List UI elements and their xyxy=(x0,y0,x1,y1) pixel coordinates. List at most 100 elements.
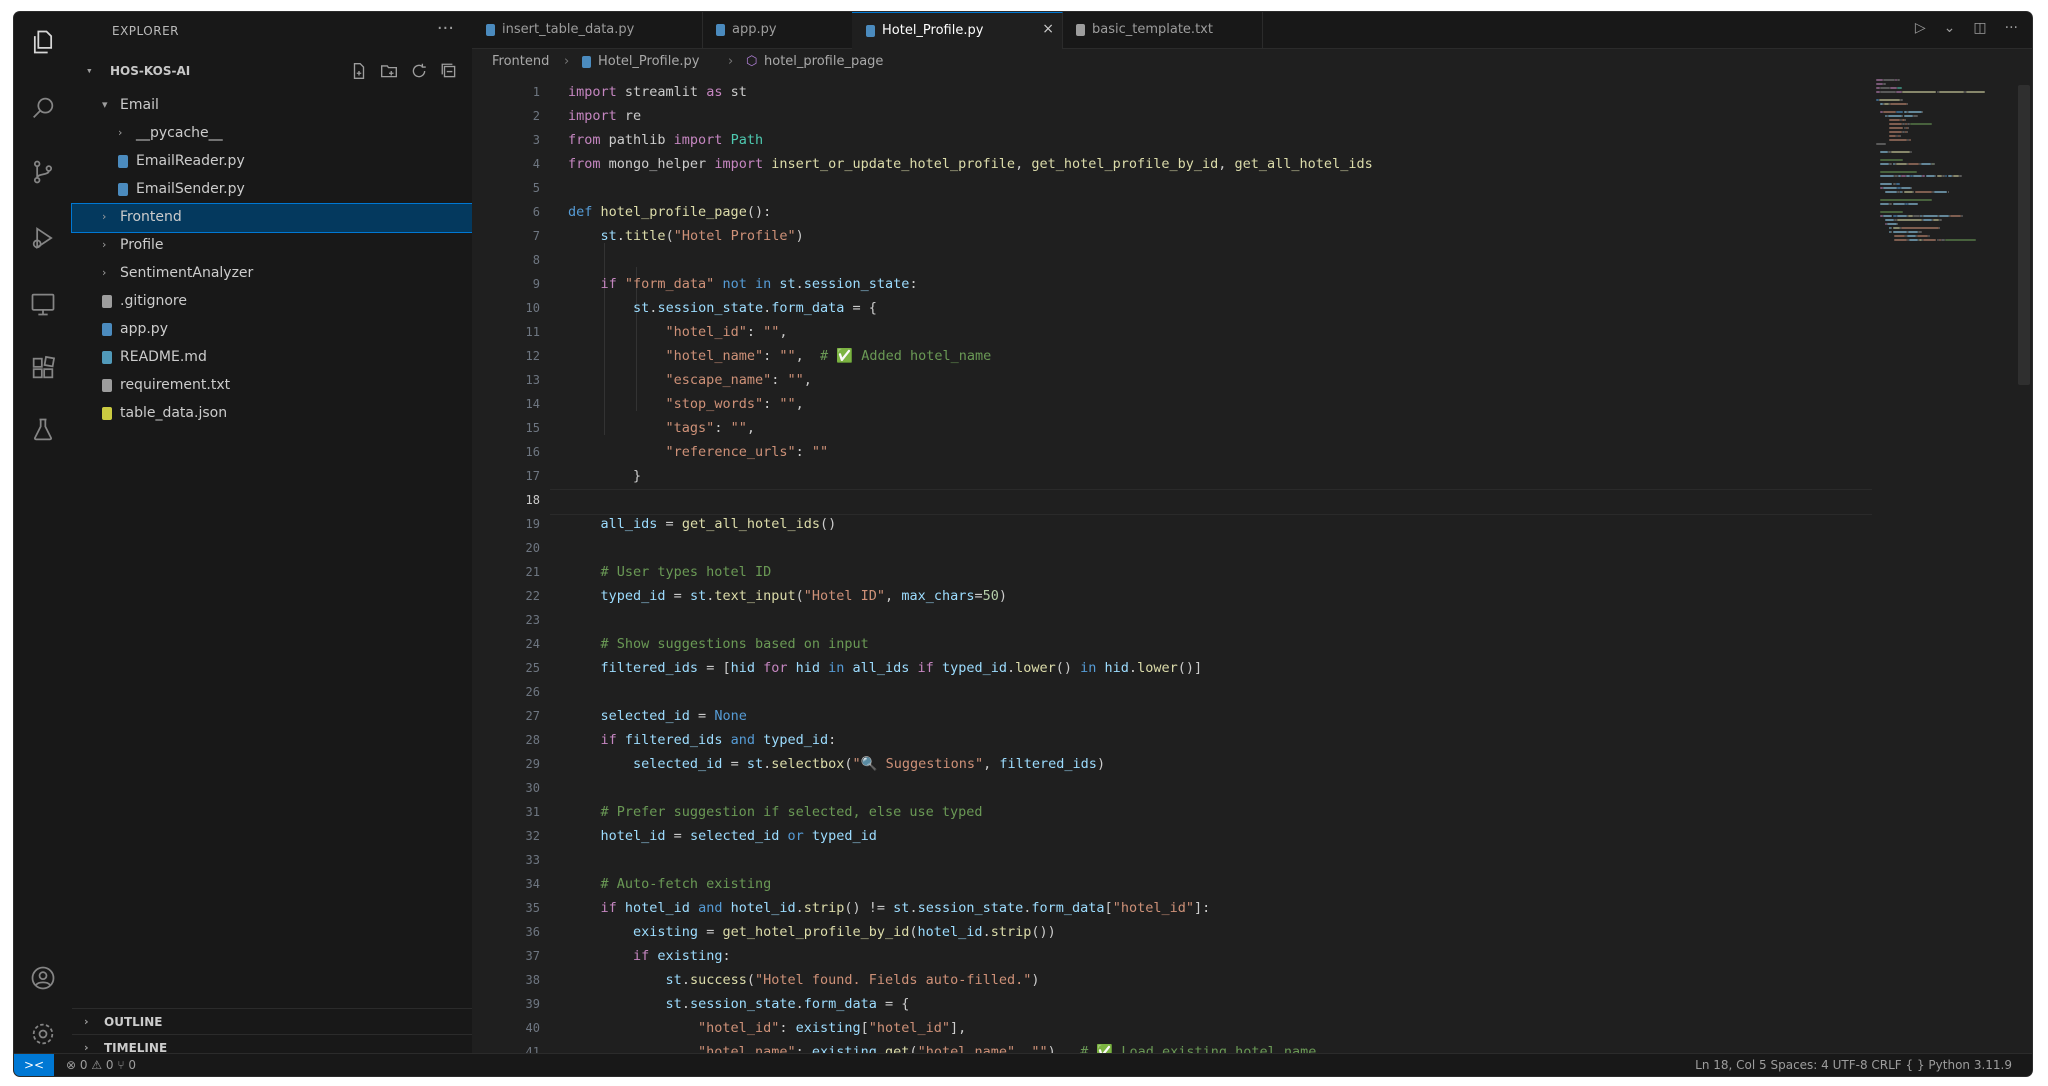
collapse-all-icon[interactable] xyxy=(440,62,458,80)
minimap-line xyxy=(1876,143,1886,145)
vertical-scrollbar[interactable] xyxy=(2018,85,2030,385)
minimap-line xyxy=(1903,115,1914,117)
minimap-line xyxy=(1901,187,1912,189)
chevron-right-icon: › xyxy=(102,210,107,223)
minimap-line xyxy=(1921,163,1931,165)
extensions-icon[interactable] xyxy=(29,354,57,382)
tree-item[interactable]: ▾ Email xyxy=(72,92,472,120)
minimap-line xyxy=(1889,135,1896,137)
minimap-line xyxy=(1889,163,1893,165)
breadcrumb-folder[interactable]: Frontend xyxy=(492,54,549,69)
editor-status[interactable]: Ln 18, Col 5 Spaces: 4 UTF-8 CRLF { } Py… xyxy=(1695,1058,2012,1072)
problems-status[interactable]: ⊗ 0 ⚠ 0 ⑂ 0 xyxy=(66,1058,136,1072)
minimap-line xyxy=(1884,191,1897,193)
minimap-line xyxy=(1934,163,1936,165)
minimap-line xyxy=(1906,235,1916,237)
code-line: st.session_state.form_data = { xyxy=(665,996,910,1012)
explorer-sidebar: EXPLORER ··· ▾ HOS-KOS-AI ▾ Email › __pycac… xyxy=(71,12,473,1055)
remote-indicator[interactable]: >< xyxy=(14,1054,54,1076)
remote-explorer-icon[interactable] xyxy=(29,290,57,318)
minimap-line xyxy=(1953,175,1959,177)
editor-tab[interactable]: insert_table_data.py xyxy=(472,12,703,48)
new-file-icon[interactable] xyxy=(350,62,368,80)
chevron-down-icon: ▾ xyxy=(102,98,108,111)
new-folder-icon[interactable] xyxy=(380,62,398,80)
tree-item[interactable]: table_data.json xyxy=(72,400,472,428)
project-root[interactable]: ▾ HOS-KOS-AI xyxy=(72,60,472,84)
line-number: 39 xyxy=(525,997,540,1011)
more-actions-icon[interactable]: ··· xyxy=(437,18,454,39)
chevron-down-icon[interactable]: ⌄ xyxy=(1944,20,1956,36)
line-number: 23 xyxy=(525,613,540,627)
code-editor[interactable]: 1 2 3 4 5 6 7 8 9 10 11 12 13 14 15 16 17 18 19 20 21 22 23 24 2… xyxy=(472,75,2032,1054)
info-file-icon xyxy=(102,351,112,364)
breadcrumb-file[interactable]: Hotel_Profile.py xyxy=(598,54,699,69)
file-type-icon xyxy=(1076,24,1085,36)
line-number: 24 xyxy=(525,637,540,651)
tree-item[interactable]: requirement.txt xyxy=(72,372,472,400)
line-number: 2 xyxy=(532,109,540,123)
tab-label: Hotel_Profile.py xyxy=(882,23,984,38)
tree-item[interactable]: › Profile xyxy=(72,232,472,260)
tree-item[interactable]: EmailReader.py xyxy=(72,148,472,176)
tree-item-label: requirement.txt xyxy=(120,377,231,393)
tree-item[interactable]: EmailSender.py xyxy=(72,176,472,204)
python-file-icon xyxy=(118,155,128,168)
line-number: 1 xyxy=(532,85,540,99)
activity-bar xyxy=(14,12,73,1054)
code-line: if existing: xyxy=(633,948,731,964)
source-control-icon[interactable] xyxy=(29,158,57,186)
minimap-line xyxy=(1882,83,1886,85)
minimap-line xyxy=(1892,227,1901,229)
line-number-gutter: 1 2 3 4 5 6 7 8 9 10 11 12 13 14 15 16 17 18 19 20 21 22 23 24 2… xyxy=(472,75,550,1054)
run-debug-icon[interactable] xyxy=(29,224,57,252)
project-name: HOS-KOS-AI xyxy=(110,64,191,78)
account-icon[interactable] xyxy=(29,964,57,992)
tree-item[interactable]: .gitignore xyxy=(72,288,472,316)
more-actions-icon[interactable]: ··· xyxy=(2005,20,2018,36)
code-line: import streamlit as st xyxy=(568,84,747,100)
testing-icon[interactable] xyxy=(29,416,57,444)
search-icon[interactable] xyxy=(29,94,57,122)
minimap-line xyxy=(1911,187,1913,189)
json-file-icon xyxy=(102,407,112,420)
minimap-line xyxy=(1882,111,1896,113)
editor-tab[interactable]: basic_template.txt xyxy=(1062,12,1263,48)
tree-item-label: app.py xyxy=(120,321,168,337)
settings-gear-icon[interactable] xyxy=(29,1020,57,1048)
editor-tab[interactable]: Hotel_Profile.py × xyxy=(852,12,1063,49)
run-file-icon[interactable]: ▷ xyxy=(1915,20,1926,36)
close-icon[interactable]: × xyxy=(1042,21,1054,37)
split-editor-icon[interactable]: ◫ xyxy=(1973,20,1986,36)
minimap-line xyxy=(1889,127,1904,129)
tree-item[interactable]: › Frontend xyxy=(71,203,473,233)
minimap-line xyxy=(1914,191,1933,193)
minimap[interactable] xyxy=(1876,75,2006,415)
editor-tab[interactable]: app.py xyxy=(702,12,853,48)
code-line: "stop_words": "", xyxy=(665,396,804,412)
breadcrumb-separator: › xyxy=(728,54,734,69)
line-number: 15 xyxy=(525,421,540,435)
refresh-icon[interactable] xyxy=(410,62,428,80)
tree-item[interactable]: app.py xyxy=(72,316,472,344)
minimap-line xyxy=(1906,131,1908,133)
code-line: if filtered_ids and typed_id: xyxy=(600,732,837,748)
code-line: # Show suggestions based on input xyxy=(600,636,869,652)
line-number: 27 xyxy=(525,709,540,723)
minimap-line xyxy=(1889,203,1893,205)
minimap-line xyxy=(1960,215,1963,217)
breadcrumb-symbol[interactable]: hotel_profile_page xyxy=(764,54,883,69)
line-number: 8 xyxy=(532,253,540,267)
explorer-icon[interactable] xyxy=(29,28,57,56)
minimap-line xyxy=(1880,211,1904,213)
minimap-line xyxy=(1891,151,1911,153)
tree-item[interactable]: › SentimentAnalyzer xyxy=(72,260,472,288)
code-line: "escape_name": "", xyxy=(665,372,812,388)
tree-item[interactable]: README.md xyxy=(72,344,472,372)
outline-section[interactable]: › OUTLINE xyxy=(72,1008,472,1035)
line-number: 11 xyxy=(525,325,540,339)
tree-item-label: .gitignore xyxy=(120,293,187,309)
tree-item[interactable]: › __pycache__ xyxy=(72,120,472,148)
minimap-line xyxy=(1901,227,1939,229)
breadcrumb-separator: › xyxy=(564,54,570,69)
